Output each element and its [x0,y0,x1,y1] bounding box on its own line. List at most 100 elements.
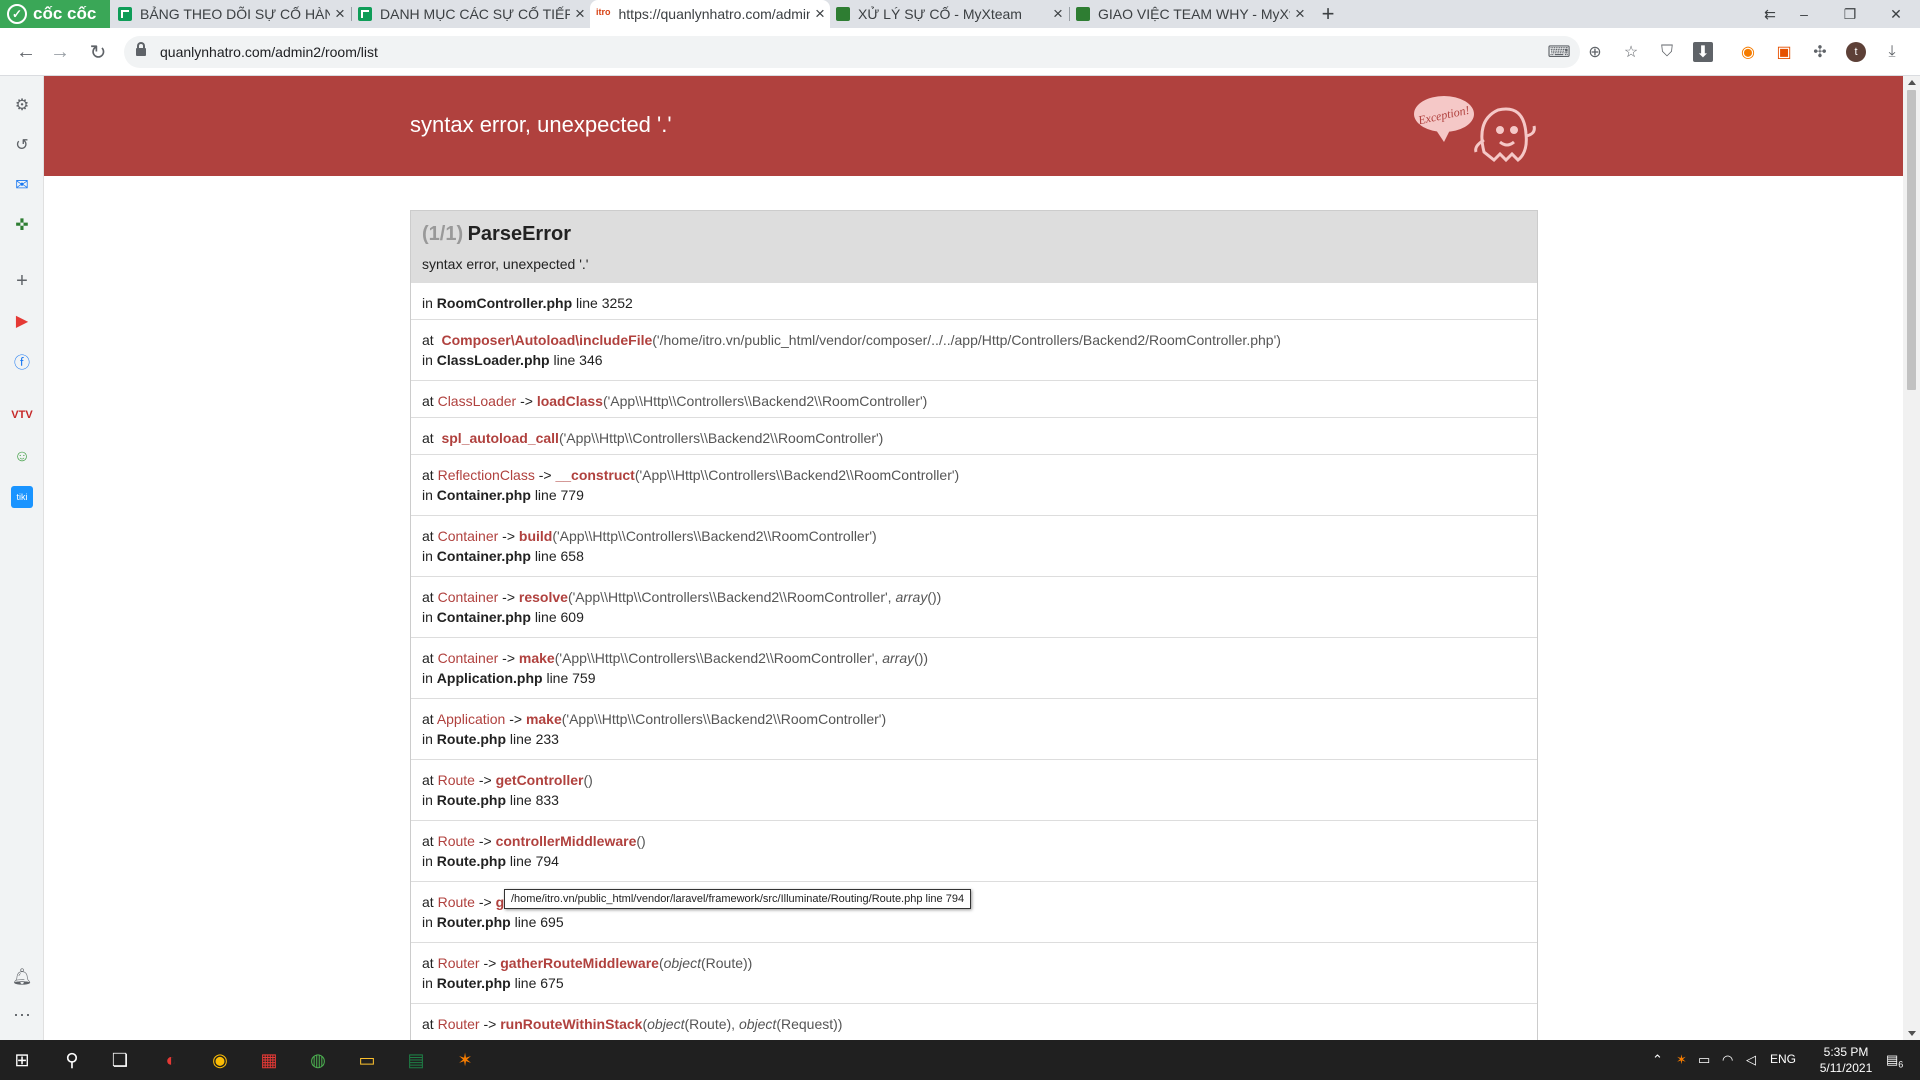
tab-2[interactable]: DANH MỤC CÁC SỰ CỐ TIẾP NHẬN × [352,0,590,28]
vtv-icon[interactable]: VTV [11,404,33,426]
trace-function[interactable]: make [526,711,562,727]
trace-class[interactable]: Router [438,1016,480,1032]
download-manager-icon[interactable]: ⬇ [1693,42,1713,62]
notification-count: 6 [1898,1059,1904,1070]
reload-icon[interactable]: ↻ [84,38,112,66]
trace-file[interactable]: Route.php [437,731,506,747]
url-text[interactable]: quanlynhatro.com/admin2/room/list [160,44,378,60]
tab-3-active[interactable]: itro https://quanlynhatro.com/admin2 × [590,0,830,28]
tray-chevron-icon[interactable]: ⌃ [1652,1052,1663,1068]
forward-icon[interactable]: → [46,38,74,66]
extension-icon[interactable]: ◉ [1738,42,1758,62]
trace-class[interactable]: Route [438,772,475,788]
chrome-icon[interactable]: ◉ [206,1046,234,1074]
trace-file[interactable]: Router.php [437,975,511,991]
trace-file[interactable]: Container.php [437,548,531,564]
trace-class[interactable]: ClassLoader [438,393,517,409]
trace-function[interactable]: make [519,650,555,666]
trace-function[interactable]: loadClass [537,393,603,409]
trace-file[interactable]: Container.php [437,609,531,625]
restore-icon[interactable]: ❐ [1830,0,1870,28]
coccoc-browser-icon[interactable]: ◍ [304,1046,332,1074]
trace-function[interactable]: gatherRouteMiddleware [500,955,659,971]
trace-class[interactable]: Application [437,711,506,727]
trace-file[interactable]: ClassLoader.php [437,352,550,368]
trace-file[interactable]: Container.php [437,487,531,503]
trace-function[interactable]: controllerMiddleware [496,833,637,849]
search-icon[interactable]: ⚲ [58,1046,86,1074]
game-icon[interactable]: ✜ [11,214,33,236]
trace-function[interactable]: __construct [555,467,634,483]
coupon-extension-icon[interactable]: ▣ [1774,42,1794,62]
coccoc-app-icon[interactable]: ◐ [157,1046,185,1074]
trace-file[interactable]: RoomController.php [437,295,572,311]
shield-icon[interactable]: ⛉ [1657,42,1677,62]
trace-function[interactable]: spl_autoload_call [441,430,558,446]
scroll-thumb[interactable] [1907,90,1916,390]
task-view-icon[interactable]: ❏ [106,1046,134,1074]
notification-center-icon[interactable]: ▤6 [1886,1052,1903,1070]
trace-class[interactable]: Container [438,589,499,605]
trace-class[interactable]: Router [438,955,480,971]
app-icon[interactable]: ✶ [451,1046,479,1074]
excel-icon[interactable]: ▤ [402,1046,430,1074]
minimize-icon[interactable]: – [1784,0,1824,28]
avatar[interactable]: t [1846,42,1866,62]
translate-icon[interactable]: ⌨ [1547,42,1570,62]
file-explorer-icon[interactable]: ▭ [353,1046,381,1074]
trace-function[interactable]: g [496,894,505,910]
download-icon[interactable]: ⤓ [1882,42,1902,62]
tab-5[interactable]: GIAO VIỆC TEAM WHY - MyXteam × [1070,0,1310,28]
trace-file[interactable]: Route.php [437,853,506,869]
presentation-app-icon[interactable]: ▦ [255,1046,283,1074]
facebook-icon[interactable]: ⓕ [11,350,33,372]
tab-1[interactable]: BẢNG THEO DÕI SỰ CỐ HÀNG × [112,0,350,28]
add-icon[interactable]: + [11,270,33,292]
back-icon[interactable]: ← [12,38,40,66]
tab-4[interactable]: XỬ LÝ SỰ CỐ - MyXteam × [830,0,1068,28]
trace-class[interactable]: Route [438,833,475,849]
tray-app-icon[interactable]: ✶ [1676,1052,1687,1068]
new-tab-button[interactable]: + [1314,0,1342,28]
history-icon[interactable]: ↺ [11,134,33,156]
close-icon[interactable]: × [1290,4,1310,24]
settings-icon[interactable]: ⚙ [11,94,33,116]
bookmark-star-icon[interactable]: ☆ [1621,42,1641,62]
close-icon[interactable]: × [570,4,590,24]
battery-icon[interactable]: ▭ [1698,1052,1710,1068]
wifi-icon[interactable]: ◠ [1722,1052,1733,1068]
trace-file[interactable]: Route.php [437,792,506,808]
address-bar[interactable]: quanlynhatro.com/admin2/room/list [124,36,1580,68]
language-indicator[interactable]: ENG [1770,1052,1796,1066]
close-icon[interactable]: × [1048,4,1068,24]
window-close-icon[interactable]: ✕ [1876,0,1916,28]
notification-bell-icon[interactable]: 🔔︎ [11,966,33,988]
messenger-icon[interactable]: ✉ [11,174,33,196]
close-icon[interactable]: × [810,4,830,24]
tiki-icon[interactable]: tiki [11,486,33,508]
more-icon[interactable]: ⋯ [11,1004,33,1026]
trace-function[interactable]: Composer\Autoload\includeFile [441,332,652,348]
trace-function[interactable]: resolve [519,589,568,605]
trace-file[interactable]: Application.php [437,670,543,686]
clock[interactable]: 5:35 PM 5/11/2021 [1806,1044,1886,1076]
close-icon[interactable]: × [330,4,350,24]
zoom-icon[interactable]: ⊕ [1585,42,1605,62]
trace-function[interactable]: runRouteWithinStack [500,1016,642,1032]
trace-class[interactable]: Route [438,894,475,910]
trace-class[interactable]: Container [438,528,499,544]
windows-start-icon[interactable]: ⊞ [8,1046,36,1074]
trace-function[interactable]: build [519,528,552,544]
trace-class[interactable]: ReflectionClass [438,467,535,483]
scroll-up-icon[interactable] [1908,80,1916,85]
scroll-down-icon[interactable] [1908,1031,1916,1036]
volume-icon[interactable]: ◁ [1746,1052,1756,1068]
puzzle-icon[interactable]: ✣ [1810,42,1830,62]
chat-icon[interactable]: ☺ [11,446,33,468]
trace-function[interactable]: getController [496,772,584,788]
page-scrollbar[interactable] [1903,76,1920,1040]
browser-brand[interactable]: ✓ cốc cốc [0,0,110,28]
youtube-icon[interactable]: ▶ [11,310,33,332]
trace-class[interactable]: Container [438,650,499,666]
trace-file[interactable]: Router.php [437,914,511,930]
